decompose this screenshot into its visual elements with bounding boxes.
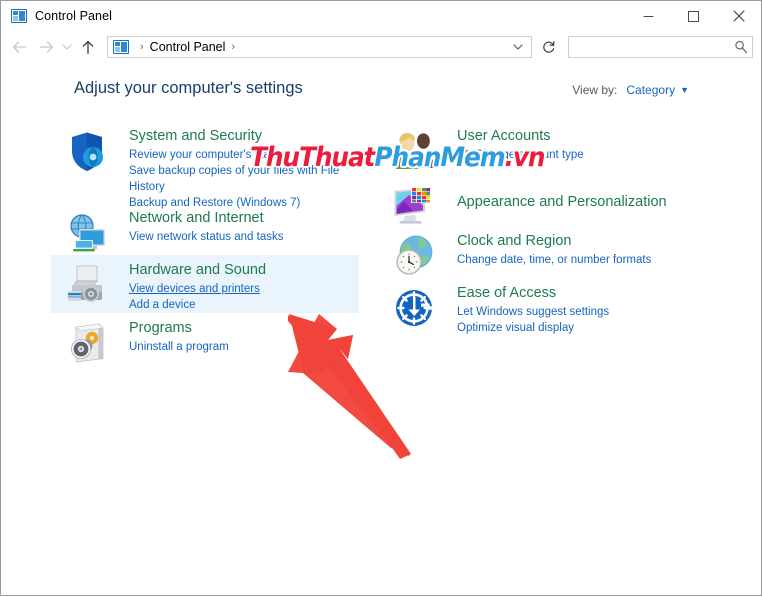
maximize-button[interactable] — [671, 1, 716, 31]
search-input[interactable] — [569, 37, 730, 57]
category-title[interactable]: Appearance and Personalization — [457, 193, 667, 212]
clock-globe-icon — [391, 232, 439, 280]
programs-icon — [63, 319, 111, 367]
chevron-down-icon[interactable]: ▼ — [680, 85, 689, 95]
watermark-part-2: PhanMem — [374, 142, 505, 173]
breadcrumb-control-panel[interactable]: Control Panel — [150, 40, 226, 54]
category-programs[interactable]: Programs Uninstall a program — [51, 313, 359, 365]
category-appearance-and-personalization[interactable]: Appearance and Personalization — [379, 174, 687, 226]
control-panel-content: Adjust your computer's settings View by:… — [1, 63, 761, 595]
address-bar: › Control Panel › — [1, 31, 761, 63]
recent-locations-icon[interactable] — [59, 34, 75, 60]
category-title[interactable]: System and Security — [129, 127, 262, 146]
category-title[interactable]: Clock and Region — [457, 232, 571, 251]
forward-arrow-icon[interactable] — [33, 34, 59, 60]
category-body: Hardware and Sound View devices and prin… — [129, 260, 359, 313]
view-by-control[interactable]: View by: Category ▼ — [572, 83, 689, 97]
breadcrumb-bar[interactable]: › Control Panel › — [107, 36, 532, 58]
control-panel-icon — [11, 9, 27, 23]
category-ease-of-access[interactable]: Ease of Access Let Windows suggest setti… — [379, 278, 687, 334]
category-body: Clock and Region Change date, time, or n… — [457, 231, 687, 268]
view-by-value[interactable]: Category — [626, 83, 675, 97]
printer-icon — [63, 261, 111, 309]
category-link[interactable]: View network status and tasks — [129, 229, 359, 245]
view-by-label: View by: — [572, 83, 618, 97]
refresh-icon[interactable] — [538, 36, 560, 58]
category-title[interactable]: Network and Internet — [129, 209, 264, 228]
watermark-part-3: .vn — [504, 142, 545, 173]
category-hardware-and-sound[interactable]: Hardware and Sound View devices and prin… — [51, 255, 359, 313]
breadcrumb-separator-1: › — [140, 41, 144, 53]
search-icon[interactable] — [730, 40, 752, 54]
category-body: Ease of Access Let Windows suggest setti… — [457, 283, 687, 336]
category-title[interactable]: Hardware and Sound — [129, 261, 266, 280]
control-panel-window: Control Panel › Control Panel › Adjust y… — [0, 0, 762, 596]
window-title: Control Panel — [35, 9, 113, 23]
network-icon — [63, 209, 111, 257]
category-body: Programs Uninstall a program — [129, 318, 359, 355]
breadcrumb-separator-2[interactable]: › — [225, 41, 241, 53]
category-link-add-a-device[interactable]: Add a device — [129, 297, 359, 313]
chevron-down-icon[interactable] — [505, 43, 531, 51]
watermark-logo: ThuThuatPhanMem.vn — [250, 142, 546, 173]
page-title: Adjust your computer's settings — [74, 79, 303, 97]
search-box[interactable] — [568, 36, 753, 58]
title-bar: Control Panel — [1, 1, 761, 31]
category-link[interactable]: Let Windows suggest settings — [457, 304, 687, 320]
category-clock-and-region[interactable]: Clock and Region Change date, time, or n… — [379, 226, 687, 278]
category-link[interactable]: Optimize visual display — [457, 320, 687, 336]
shield-icon — [63, 127, 111, 175]
category-title[interactable]: Programs — [129, 319, 192, 338]
close-button[interactable] — [716, 1, 761, 31]
caption-buttons — [626, 1, 761, 31]
category-link[interactable]: Change date, time, or number formats — [457, 252, 687, 268]
control-panel-icon — [113, 40, 129, 54]
up-arrow-icon[interactable] — [75, 34, 101, 60]
category-network-and-internet[interactable]: Network and Internet View network status… — [51, 203, 359, 255]
category-body: Appearance and Personalization — [457, 179, 687, 213]
category-title[interactable]: Ease of Access — [457, 284, 556, 303]
watermark-part-1: ThuThuat — [250, 142, 376, 173]
monitor-palette-icon — [391, 180, 439, 228]
category-link[interactable]: Uninstall a program — [129, 339, 359, 355]
minimize-button[interactable] — [626, 1, 671, 31]
header-row: Adjust your computer's settings View by:… — [1, 79, 761, 113]
category-link-view-devices-and-printers[interactable]: View devices and printers — [129, 281, 359, 297]
category-body: Network and Internet View network status… — [129, 208, 359, 245]
back-arrow-icon[interactable] — [7, 34, 33, 60]
ease-of-access-icon — [391, 284, 439, 332]
